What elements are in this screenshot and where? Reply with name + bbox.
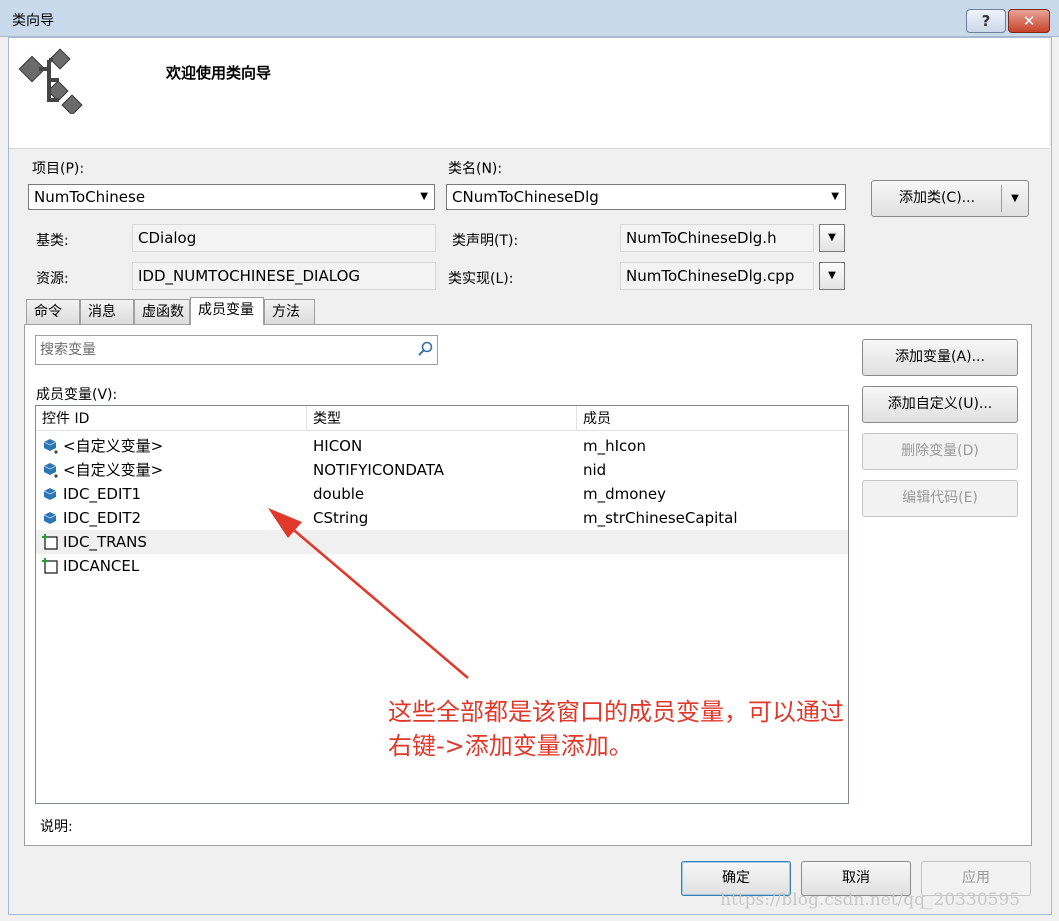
- cell-member: m_hIcon: [583, 437, 646, 455]
- project-combo[interactable]: NumToChinese ▼: [28, 184, 435, 210]
- tab-virtual-functions[interactable]: 虚函数: [134, 299, 190, 324]
- chevron-down-icon: ▼: [420, 191, 428, 202]
- add-class-button[interactable]: 添加类(C)... ▼: [871, 180, 1029, 217]
- title-bar: 类向导 ? ✕: [0, 0, 1059, 37]
- member-variables-label: 成员变量(V):: [36, 387, 118, 403]
- variable-icon: [43, 512, 57, 524]
- resource-field: IDD_NUMTOCHINESE_DIALOG: [132, 262, 436, 290]
- cell-control-id: IDC_EDIT2: [63, 509, 142, 527]
- add-variable-button[interactable]: 添加变量(A)...: [862, 339, 1018, 376]
- watermark: https://blog.csdn.net/qq_20330595: [720, 890, 1021, 910]
- base-class-label: 基类:: [36, 233, 69, 249]
- class-implementation-label: 类实现(L):: [448, 271, 514, 287]
- chevron-down-icon: ▼: [831, 191, 839, 202]
- wizard-banner: 欢迎使用类向导: [9, 38, 1049, 149]
- cell-type: NOTIFYICONDATA: [313, 461, 444, 479]
- class-implementation-dropdown[interactable]: ▼: [819, 262, 845, 290]
- annotation-text: 这些全部都是该窗口的成员变量，可以通过 右键->添加变量添加。: [388, 695, 844, 763]
- classname-label: 类名(N):: [448, 161, 503, 177]
- project-value: NumToChinese: [34, 188, 146, 206]
- class-declaration-dropdown[interactable]: ▼: [819, 224, 845, 252]
- table-row[interactable]: <自定义变量> NOTIFYICONDATA nid: [36, 458, 848, 482]
- search-icon[interactable]: [417, 341, 433, 357]
- cell-control-id: IDC_EDIT1: [63, 485, 142, 503]
- search-placeholder: 搜索变量: [40, 342, 96, 358]
- custom-variable-icon: [43, 463, 58, 478]
- class-declaration-label: 类声明(T):: [452, 233, 519, 249]
- base-class-field: CDialog: [132, 224, 436, 252]
- cell-control-id: <自定义变量>: [63, 461, 164, 479]
- control-icon: [42, 558, 58, 574]
- add-custom-button[interactable]: 添加自定义(U)...: [862, 386, 1018, 423]
- class-declaration-field: NumToChineseDlg.h: [620, 224, 814, 252]
- annotation-line-2: 右键->添加变量添加。: [388, 732, 633, 760]
- add-class-label: 添加类(C)...: [898, 190, 976, 206]
- cell-type: HICON: [313, 437, 363, 455]
- description-label: 说明:: [40, 819, 73, 835]
- window-title: 类向导: [12, 13, 54, 29]
- class-wizard-icon: [18, 48, 83, 114]
- add-class-dropdown-icon[interactable]: ▼: [1001, 185, 1028, 212]
- cell-member: m_strChineseCapital: [583, 509, 738, 527]
- annotation-arrow: [268, 508, 469, 679]
- cell-member: nid: [583, 461, 607, 479]
- project-label: 项目(P):: [32, 161, 85, 177]
- edit-code-button[interactable]: 编辑代码(E): [862, 480, 1018, 517]
- class-implementation-field: NumToChineseDlg.cpp: [620, 262, 814, 290]
- custom-variable-icon: [43, 439, 58, 454]
- resource-label: 资源:: [36, 271, 69, 287]
- cell-member: m_dmoney: [583, 485, 667, 503]
- classname-combo[interactable]: CNumToChineseDlg ▼: [446, 184, 846, 210]
- cell-control-id: IDC_TRANS: [63, 533, 147, 551]
- column-header-type[interactable]: 类型: [307, 406, 577, 430]
- cell-control-id: IDCANCEL: [63, 557, 140, 575]
- close-button[interactable]: ✕: [1008, 9, 1050, 33]
- list-header: 控件 ID 类型 成员: [36, 406, 848, 431]
- cell-control-id: <自定义变量>: [63, 437, 164, 455]
- annotation-line-1: 这些全部都是该窗口的成员变量，可以通过: [388, 698, 844, 726]
- variable-icon: [43, 488, 57, 500]
- column-header-control-id[interactable]: 控件 ID: [36, 406, 307, 430]
- delete-variable-button[interactable]: 删除变量(D): [862, 433, 1018, 470]
- search-input[interactable]: 搜索变量: [35, 335, 438, 365]
- column-header-member[interactable]: 成员: [577, 406, 848, 430]
- classname-value: CNumToChineseDlg: [452, 188, 599, 206]
- tab-methods[interactable]: 方法: [264, 299, 315, 324]
- control-icon: [42, 534, 58, 550]
- banner-title: 欢迎使用类向导: [166, 64, 272, 82]
- tab-messages[interactable]: 消息: [80, 299, 134, 324]
- tab-commands[interactable]: 命令: [26, 299, 80, 324]
- table-row[interactable]: <自定义变量> HICON m_hIcon: [36, 434, 848, 458]
- help-button[interactable]: ?: [966, 9, 1006, 33]
- tab-member-variables[interactable]: 成员变量: [190, 297, 264, 325]
